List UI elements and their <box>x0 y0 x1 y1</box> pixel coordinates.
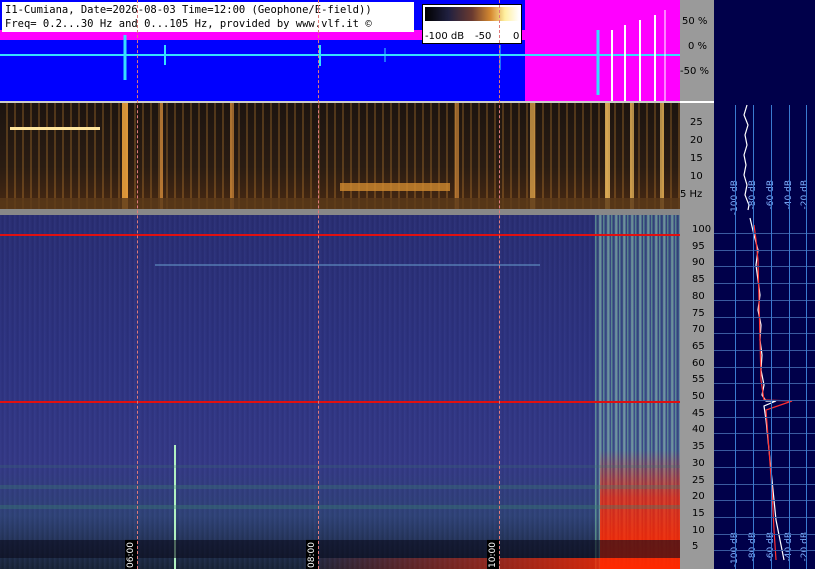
wave-tick-0: 0 % <box>688 41 708 52</box>
wave-tick-50: 50 % <box>682 16 708 27</box>
high-tick-30: 30 <box>692 457 705 469</box>
profile-gridline-h <box>714 299 815 301</box>
profile-gridline-h <box>714 450 815 452</box>
spectrogram-low-features <box>0 103 680 209</box>
high-tick-5: 5 <box>692 541 699 553</box>
high-tick-100: 100 <box>692 224 712 235</box>
profile-gridline-h <box>714 466 815 468</box>
high-tick-85: 85 <box>692 274 705 286</box>
spectrogram-high-features <box>0 264 680 569</box>
profile-gridline-h <box>714 266 815 268</box>
station-info-box: I1-Cumiana, Date=2026-08-03 Time=12:00 (… <box>2 2 414 32</box>
station-info-line1: I1-Cumiana, Date=2026-08-03 Time=12:00 (… <box>5 4 372 16</box>
profile-gridline-h <box>714 349 815 351</box>
time-marker-0800: 08:00 <box>306 540 318 569</box>
waveform-scale: 50 % 0 % -50 % <box>680 0 714 101</box>
high-tick-55: 55 <box>692 374 705 386</box>
high-tick-70: 70 <box>692 324 705 336</box>
colorbar-label-min: -100 dB <box>425 31 465 42</box>
profile-gridline-h <box>714 550 815 552</box>
colorbar-gradient <box>425 7 519 21</box>
time-gridline-3 <box>499 0 500 569</box>
profile-gridline-h <box>714 483 815 485</box>
time-marker-0600: 06:00 <box>125 540 137 569</box>
vlf-spectrogram-viewer: I1-Cumiana, Date=2026-08-03 Time=12:00 (… <box>0 0 815 569</box>
profile-top-label-5: -20 dB <box>800 180 810 210</box>
high-tick-90: 90 <box>692 257 705 269</box>
low-tick-5: 5 Hz <box>680 189 703 200</box>
colorbar-legend: -100 dB -50 0 <box>422 4 522 44</box>
profile-gridline-h <box>714 416 815 418</box>
wave-tick-minus50: -50 % <box>680 66 710 77</box>
profile-gridline-v <box>753 105 754 569</box>
profile-gridline-h <box>714 233 815 234</box>
profile-gridline-v <box>735 105 736 569</box>
profile-gridline-h <box>714 533 815 535</box>
high-tick-95: 95 <box>692 240 705 252</box>
marker-line-50hz <box>0 401 680 403</box>
colorbar-label-mid: -50 <box>475 31 492 42</box>
low-tick-10: 10 <box>690 171 703 182</box>
profile-gridline-h <box>714 516 815 518</box>
high-tick-35: 35 <box>692 441 705 453</box>
profile-gridline-h <box>714 333 815 335</box>
high-tick-25: 25 <box>692 474 705 486</box>
high-tick-45: 45 <box>692 407 705 419</box>
profile-bottom-label-5: -20 dB <box>800 532 810 562</box>
frequency-scale: 25 20 15 10 5 Hz 100 95 90 85 80 75 70 65 60 55 50… <box>680 103 714 569</box>
high-tick-15: 15 <box>692 507 705 519</box>
profile-gridline-v <box>789 105 790 569</box>
profile-gridline-h <box>714 316 815 318</box>
profile-gridline-h <box>714 500 815 502</box>
marker-line-100hz <box>0 234 680 236</box>
high-tick-75: 75 <box>692 307 705 319</box>
station-info-line2: Freq= 0.2...30 Hz and 0...105 Hz, provid… <box>5 18 372 30</box>
profile-gridline-h <box>714 366 815 368</box>
time-marker-1000: 10:00 <box>487 540 499 569</box>
low-tick-20: 20 <box>690 135 703 146</box>
low-tick-15: 15 <box>690 153 703 164</box>
high-tick-10: 10 <box>692 524 705 536</box>
profile-gridline-h <box>714 433 815 435</box>
profile-gridline-h <box>714 283 815 285</box>
time-gridline-2 <box>318 0 319 569</box>
low-tick-25: 25 <box>690 117 703 128</box>
high-tick-20: 20 <box>692 491 705 503</box>
profile-gridline-h <box>714 383 815 385</box>
profile-gridline-v <box>806 105 807 569</box>
profile-gridline-h <box>714 400 815 401</box>
high-tick-40: 40 <box>692 424 705 436</box>
high-tick-50: 50 <box>692 391 705 402</box>
colorbar-label-max: 0 <box>513 31 520 42</box>
high-tick-65: 65 <box>692 340 705 352</box>
high-tick-80: 80 <box>692 290 705 302</box>
high-tick-60: 60 <box>692 357 705 369</box>
time-gridline-1 <box>137 0 138 569</box>
profile-gridline-h <box>714 249 815 251</box>
profile-gridline-v <box>771 105 772 569</box>
